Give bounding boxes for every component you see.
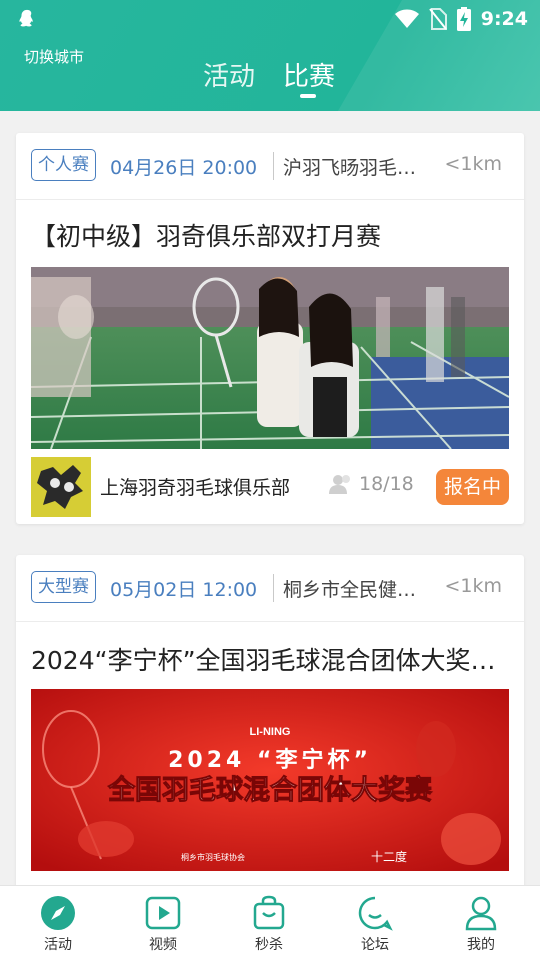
nav-label: 论坛 [361, 937, 389, 953]
status-indicators: 9:24 [394, 6, 528, 32]
header-tabs: 活动 比赛 [0, 52, 540, 102]
chat-icon [358, 896, 393, 931]
no-sim-icon [428, 8, 447, 30]
wifi-icon [394, 9, 419, 28]
qq-notification-icon [19, 9, 33, 27]
play-icon [145, 896, 181, 930]
bottom-navigation: 活动 视频 秒杀 论坛 我的 [0, 885, 540, 961]
club-row: 上海羽奇羽毛球俱乐部 18/18 报名中 [31, 457, 509, 517]
event-title: 2024“李宁杯”全国羽毛球混合团体大奖… [31, 646, 496, 675]
people-icon [329, 475, 350, 494]
app-header: 9:24 切换城市 活动 比赛 [0, 0, 540, 111]
event-distance: <1km [444, 575, 502, 597]
event-title: 【初中级】羽奇俱乐部双打月赛 [31, 222, 382, 251]
clock: 9:24 [480, 8, 528, 30]
event-meta-row: 大型赛 05月02日 12:00 桐乡市全民健… <1km [16, 555, 524, 622]
meta-divider [273, 152, 274, 180]
nav-label: 我的 [467, 937, 495, 953]
club-logo [31, 457, 91, 517]
event-type-badge: 个人赛 [31, 149, 96, 181]
event-card[interactable]: 大型赛 05月02日 12:00 桐乡市全民健… <1km 2024“李宁杯”全… [16, 555, 524, 895]
event-meta-row: 个人赛 04月26日 20:00 沪羽飞旸羽毛… <1km [16, 133, 524, 200]
nav-item-forum[interactable]: 论坛 [335, 886, 415, 961]
poster-year-line: 2024 “李宁杯” [168, 747, 372, 773]
nav-item-activities[interactable]: 活动 [18, 886, 98, 961]
participant-count: 18/18 [329, 473, 414, 495]
event-photo [31, 267, 509, 449]
nav-item-videos[interactable]: 视频 [123, 886, 203, 961]
compass-icon [41, 896, 75, 930]
bag-icon [253, 895, 285, 930]
nav-label: 活动 [44, 937, 72, 953]
nav-item-flash-sale[interactable]: 秒杀 [229, 886, 309, 961]
event-distance: <1km [444, 153, 502, 175]
person-icon [465, 896, 497, 931]
status-bar: 9:24 [0, 0, 540, 38]
event-type-badge: 大型赛 [31, 571, 96, 603]
event-venue: 沪羽飞旸羽毛… [283, 157, 417, 179]
poster-headline: 全国羽毛球混合团体大奖赛 [107, 774, 433, 806]
event-venue: 桐乡市全民健… [283, 579, 417, 601]
poster-brand: LI-NING [250, 726, 291, 738]
tab-matches[interactable]: 比赛 [283, 56, 335, 93]
club-name: 上海羽奇羽毛球俱乐部 [100, 477, 291, 499]
tab-activities[interactable]: 活动 [203, 56, 255, 93]
nav-label: 视频 [149, 937, 177, 953]
poster-footer: 桐乡市羽毛球协会 [181, 852, 245, 862]
nav-item-profile[interactable]: 我的 [441, 886, 521, 961]
event-card[interactable]: 个人赛 04月26日 20:00 沪羽飞旸羽毛… <1km 【初中级】羽奇俱乐部… [16, 133, 524, 524]
event-poster: LI-NING 2024 “李宁杯” 全国羽毛球混合团体大奖赛 桐乡市羽毛球协会… [31, 689, 509, 871]
registration-status-button[interactable]: 报名中 [435, 469, 509, 505]
event-datetime: 04月26日 20:00 [110, 157, 258, 179]
meta-divider [273, 574, 274, 602]
poster-footer-right: 十二度 [371, 849, 407, 864]
nav-label: 秒杀 [255, 937, 283, 953]
battery-charging-icon [456, 7, 471, 31]
participant-count-value: 18/18 [359, 473, 414, 495]
event-datetime: 05月02日 12:00 [110, 579, 258, 601]
active-tab-indicator [300, 94, 316, 98]
